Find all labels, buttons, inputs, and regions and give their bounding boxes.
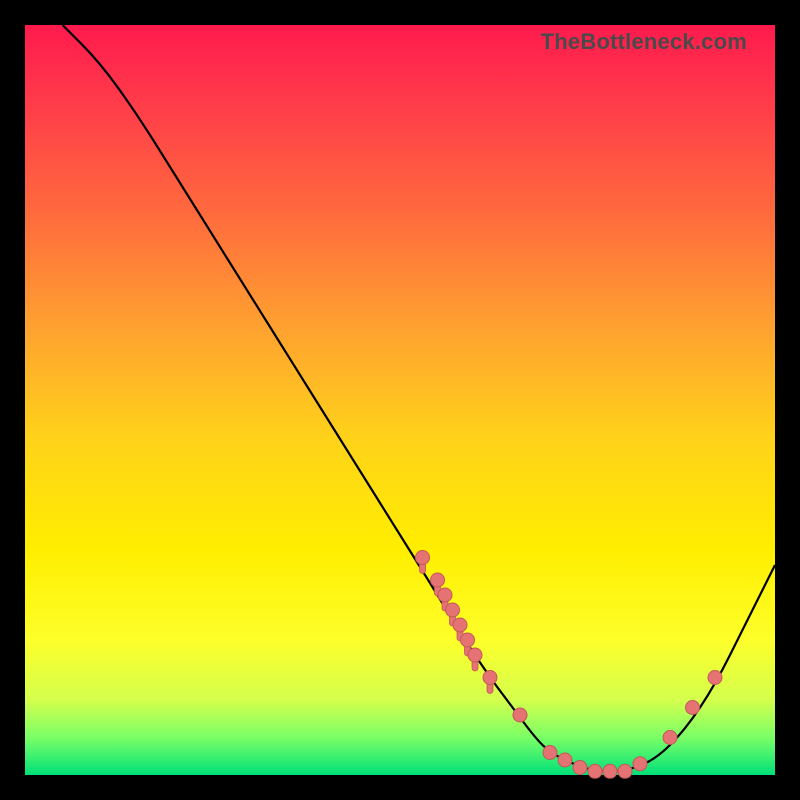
data-marker [663,731,677,745]
data-marker [558,753,572,767]
data-marker [686,701,700,715]
data-markers-group [416,551,723,779]
chart-frame: TheBottleneck.com [25,25,775,775]
data-marker [438,588,452,602]
data-marker [513,708,527,722]
bottleneck-curve [63,25,776,771]
data-marker [603,764,617,778]
data-marker [453,618,467,632]
data-marker [468,648,482,662]
data-marker [461,633,475,647]
chart-svg [25,25,775,775]
data-marker [446,603,460,617]
data-marker [633,757,647,771]
data-marker [573,761,587,775]
data-marker [416,551,430,565]
data-marker [618,764,632,778]
data-marker [543,746,557,760]
data-marker [431,573,445,587]
data-marker [483,671,497,685]
data-marker [588,764,602,778]
data-marker [708,671,722,685]
